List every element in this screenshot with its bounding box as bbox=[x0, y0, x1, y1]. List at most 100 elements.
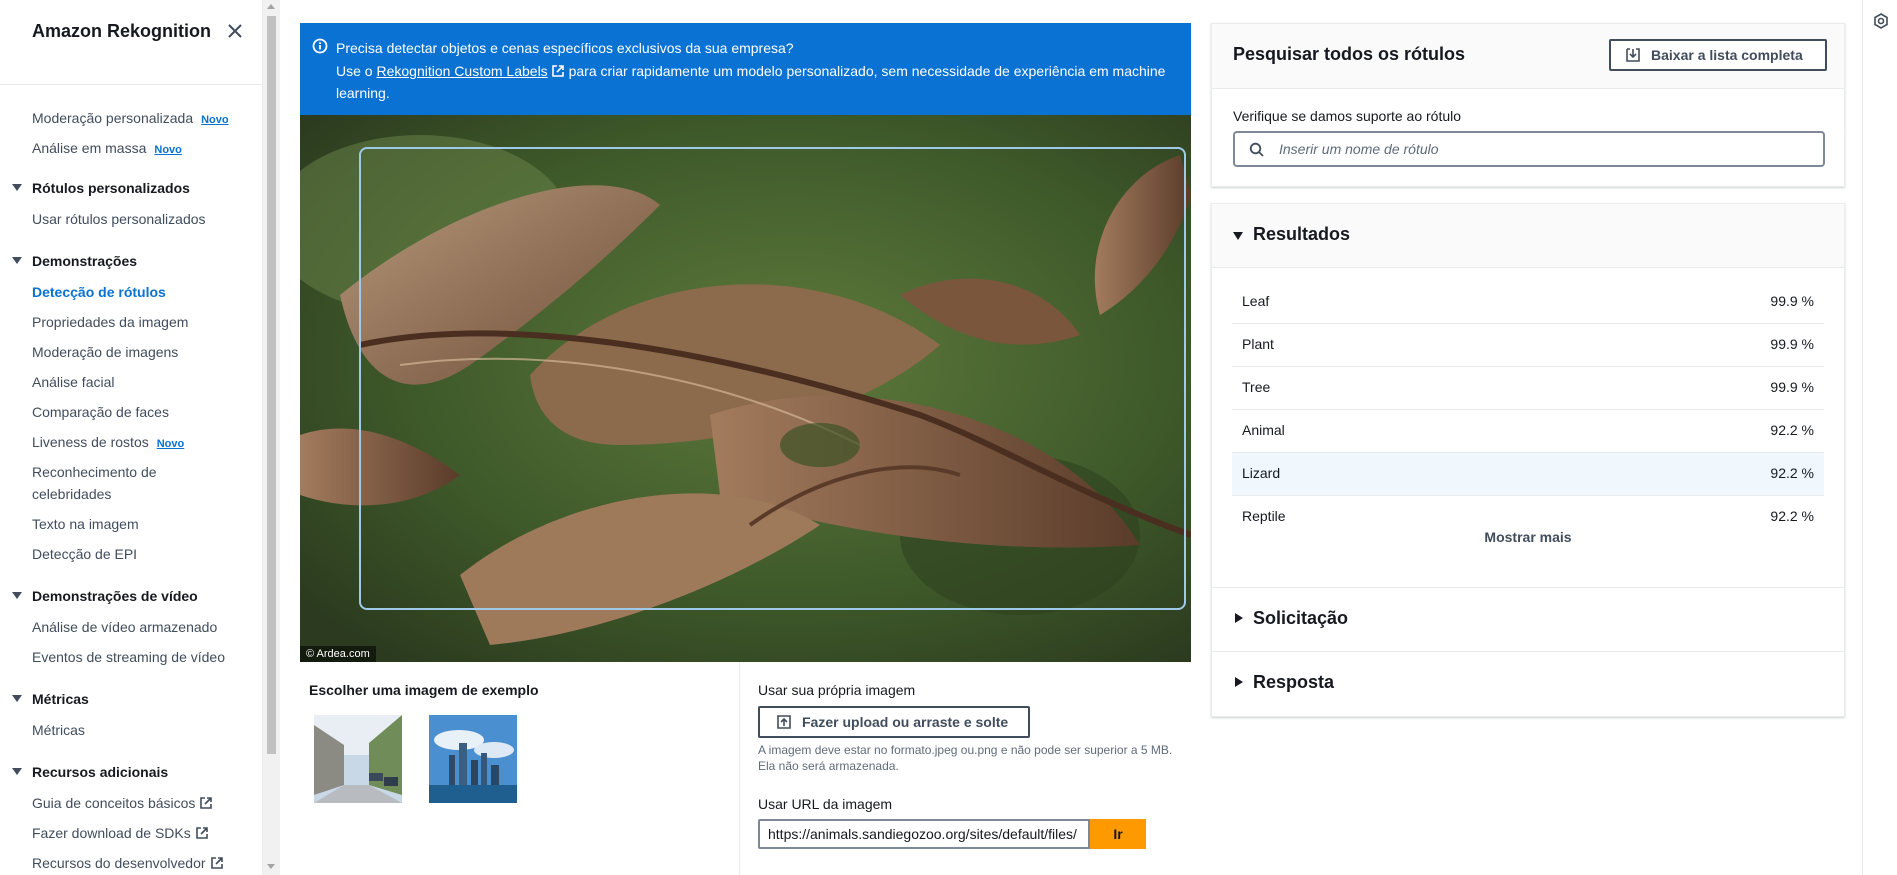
sidebar-section-video-demos[interactable]: Demonstrações de vídeo bbox=[12, 586, 198, 606]
scrollbar-thumb[interactable] bbox=[267, 16, 276, 754]
banner-text-prefix: Use o bbox=[336, 63, 373, 79]
example-image-skyline[interactable] bbox=[429, 715, 517, 803]
sidebar-scrollbar[interactable] bbox=[263, 0, 280, 875]
external-link-icon bbox=[199, 795, 213, 815]
side-navigation: Amazon Rekognition Moderação personaliza… bbox=[0, 0, 263, 875]
external-link-icon bbox=[195, 825, 209, 845]
response-header[interactable]: Resposta bbox=[1212, 652, 1844, 716]
response-title: Resposta bbox=[1253, 672, 1335, 692]
scroll-down-icon[interactable] bbox=[267, 864, 275, 869]
external-link-icon bbox=[551, 65, 564, 77]
external-link-icon bbox=[210, 855, 224, 875]
section-label: Demonstrações bbox=[32, 253, 138, 269]
sidebar-item-bulk-analysis[interactable]: Análise em massa Novo bbox=[32, 138, 182, 160]
example-images-title: Escolher uma imagem de exemplo bbox=[309, 682, 539, 698]
sidebar-item-celebrity-recognition[interactable]: Reconhecimento de celebridades bbox=[32, 462, 157, 504]
sidebar-item-face-liveness[interactable]: Liveness de rostos Novo bbox=[32, 432, 184, 454]
caret-down-icon bbox=[12, 695, 22, 702]
result-row[interactable]: Animal 92.2 % bbox=[1232, 410, 1824, 453]
sidebar-item-stored-video-analysis[interactable]: Análise de vídeo armazenado bbox=[32, 617, 217, 637]
sidebar-section-custom-labels[interactable]: Rótulos personalizados bbox=[12, 178, 190, 198]
info-banner: Precisa detectar objetos e cenas específ… bbox=[300, 23, 1191, 115]
sidebar-item-facial-analysis[interactable]: Análise facial bbox=[32, 372, 115, 392]
sidebar-item-label: Fazer download de SDKs bbox=[32, 825, 191, 841]
search-placeholder: Inserir um nome de rótulo bbox=[1279, 141, 1439, 157]
sidebar-item-image-properties[interactable]: Propriedades da imagem bbox=[32, 312, 188, 332]
section-label: Recursos adicionais bbox=[32, 764, 169, 780]
close-icon[interactable] bbox=[224, 20, 246, 42]
sidebar-item-label: Moderação personalizada bbox=[32, 110, 194, 126]
download-full-list-button[interactable]: Baixar a lista completa bbox=[1609, 39, 1827, 71]
result-row[interactable]: Tree 99.9 % bbox=[1232, 367, 1824, 410]
sidebar-item-label-detection[interactable]: Detecção de rótulos bbox=[32, 282, 166, 302]
sidebar-item-label: Guia de conceitos básicos bbox=[32, 795, 196, 811]
sidebar-section-demos[interactable]: Demonstrações bbox=[12, 251, 137, 271]
upload-button[interactable]: Fazer upload ou arraste e solte bbox=[758, 706, 1030, 738]
label-confidence: 99.9 % bbox=[1770, 379, 1814, 395]
scroll-up-icon[interactable] bbox=[267, 4, 275, 9]
caret-down-icon bbox=[1233, 232, 1243, 240]
new-badge: Novo bbox=[156, 438, 185, 450]
results-header[interactable]: Resultados bbox=[1212, 204, 1844, 268]
example-image-street[interactable] bbox=[314, 715, 402, 803]
upload-button-label: Fazer upload ou arraste e solte bbox=[802, 714, 1009, 730]
sidebar-item-face-comparison[interactable]: Comparação de faces bbox=[32, 402, 169, 422]
label-confidence: 99.9 % bbox=[1770, 336, 1814, 352]
own-image-label: Usar sua própria imagem bbox=[758, 682, 916, 698]
section-label: Métricas bbox=[32, 691, 89, 707]
sidebar-item-streaming-video-events[interactable]: Eventos de streaming de vídeo bbox=[32, 647, 225, 667]
custom-labels-link[interactable]: Rekognition Custom Labels bbox=[376, 63, 564, 79]
sidebar-section-additional-resources[interactable]: Recursos adicionais bbox=[12, 762, 168, 782]
image-url-input[interactable]: https://animals.sandiegozoo.org/sites/de… bbox=[758, 819, 1090, 849]
go-button[interactable]: Ir bbox=[1090, 819, 1146, 849]
settings-icon[interactable] bbox=[1872, 12, 1890, 33]
result-row[interactable]: Leaf 99.9 % bbox=[1232, 281, 1824, 324]
upload-icon bbox=[777, 715, 791, 729]
label-confidence: 92.2 % bbox=[1770, 465, 1814, 481]
label-name: Plant bbox=[1242, 336, 1274, 352]
caret-right-icon bbox=[1235, 677, 1243, 687]
result-row[interactable]: Plant 99.9 % bbox=[1232, 324, 1824, 367]
caret-down-icon bbox=[12, 184, 22, 191]
upload-section: Usar sua própria imagem Fazer upload ou … bbox=[741, 662, 1191, 875]
sidebar-item-metrics[interactable]: Métricas bbox=[32, 720, 85, 740]
sidebar-item-download-sdks[interactable]: Fazer download de SDKs bbox=[32, 823, 209, 845]
banner-text-2: Use o Rekognition Custom Labels para cri… bbox=[336, 60, 1176, 104]
label-name: Animal bbox=[1242, 422, 1285, 438]
results-title: Resultados bbox=[1253, 224, 1351, 244]
upload-hint: A imagem deve estar no formato.jpeg ou.p… bbox=[758, 743, 1173, 773]
request-header[interactable]: Solicitação bbox=[1212, 588, 1844, 652]
sidebar-item-text-in-image[interactable]: Texto na imagem bbox=[32, 514, 139, 534]
label-name: Lizard bbox=[1242, 465, 1281, 481]
result-row-selected[interactable]: Lizard 92.2 % bbox=[1232, 453, 1824, 496]
new-badge: Novo bbox=[201, 114, 229, 126]
search-panel-title: Pesquisar todos os rótulos bbox=[1233, 44, 1466, 64]
sidebar-item-label: celebridades bbox=[32, 486, 112, 502]
link-label: Rekognition Custom Labels bbox=[376, 63, 548, 79]
sidebar-item-label: Liveness de rostos bbox=[32, 434, 149, 450]
search-labels-panel: Pesquisar todos os rótulos Baixar a list… bbox=[1211, 23, 1845, 187]
sidebar-item-use-custom-labels[interactable]: Usar rótulos personalizados bbox=[32, 209, 206, 229]
search-icon bbox=[1249, 142, 1265, 161]
show-more-button[interactable]: Mostrar mais bbox=[1212, 529, 1844, 545]
example-images-section: Escolher uma imagem de exemplo bbox=[300, 662, 740, 875]
analyzed-image: © Ardea.com bbox=[300, 115, 1191, 662]
caret-down-icon bbox=[12, 592, 22, 599]
label-bounding-box[interactable] bbox=[359, 147, 1186, 610]
sidebar-title[interactable]: Amazon Rekognition bbox=[32, 20, 212, 42]
sidebar-item-label: Reconhecimento de bbox=[32, 464, 157, 480]
sidebar-item-custom-moderation[interactable]: Moderação personalizada Novo bbox=[32, 108, 229, 130]
sidebar-item-ppe-detection[interactable]: Detecção de EPI bbox=[32, 544, 137, 564]
sidebar-item-developer-resources[interactable]: Recursos do desenvolvedor bbox=[32, 853, 224, 875]
sidebar-section-metrics[interactable]: Métricas bbox=[12, 689, 89, 709]
image-credit: © Ardea.com bbox=[300, 646, 376, 662]
section-label: Rótulos personalizados bbox=[32, 180, 190, 196]
caret-down-icon bbox=[12, 257, 22, 264]
label-confidence: 92.2 % bbox=[1770, 508, 1814, 524]
url-label: Usar URL da imagem bbox=[758, 796, 893, 812]
sidebar-item-image-moderation[interactable]: Moderação de imagens bbox=[32, 342, 178, 362]
new-badge: Novo bbox=[154, 144, 182, 156]
results-panel: Resultados Leaf 99.9 % Plant 99.9 % Tree 99… bbox=[1211, 203, 1845, 717]
sidebar-item-basic-concepts-guide[interactable]: Guia de conceitos básicos bbox=[32, 793, 213, 815]
label-search-input[interactable]: Inserir um nome de rótulo bbox=[1233, 131, 1825, 167]
